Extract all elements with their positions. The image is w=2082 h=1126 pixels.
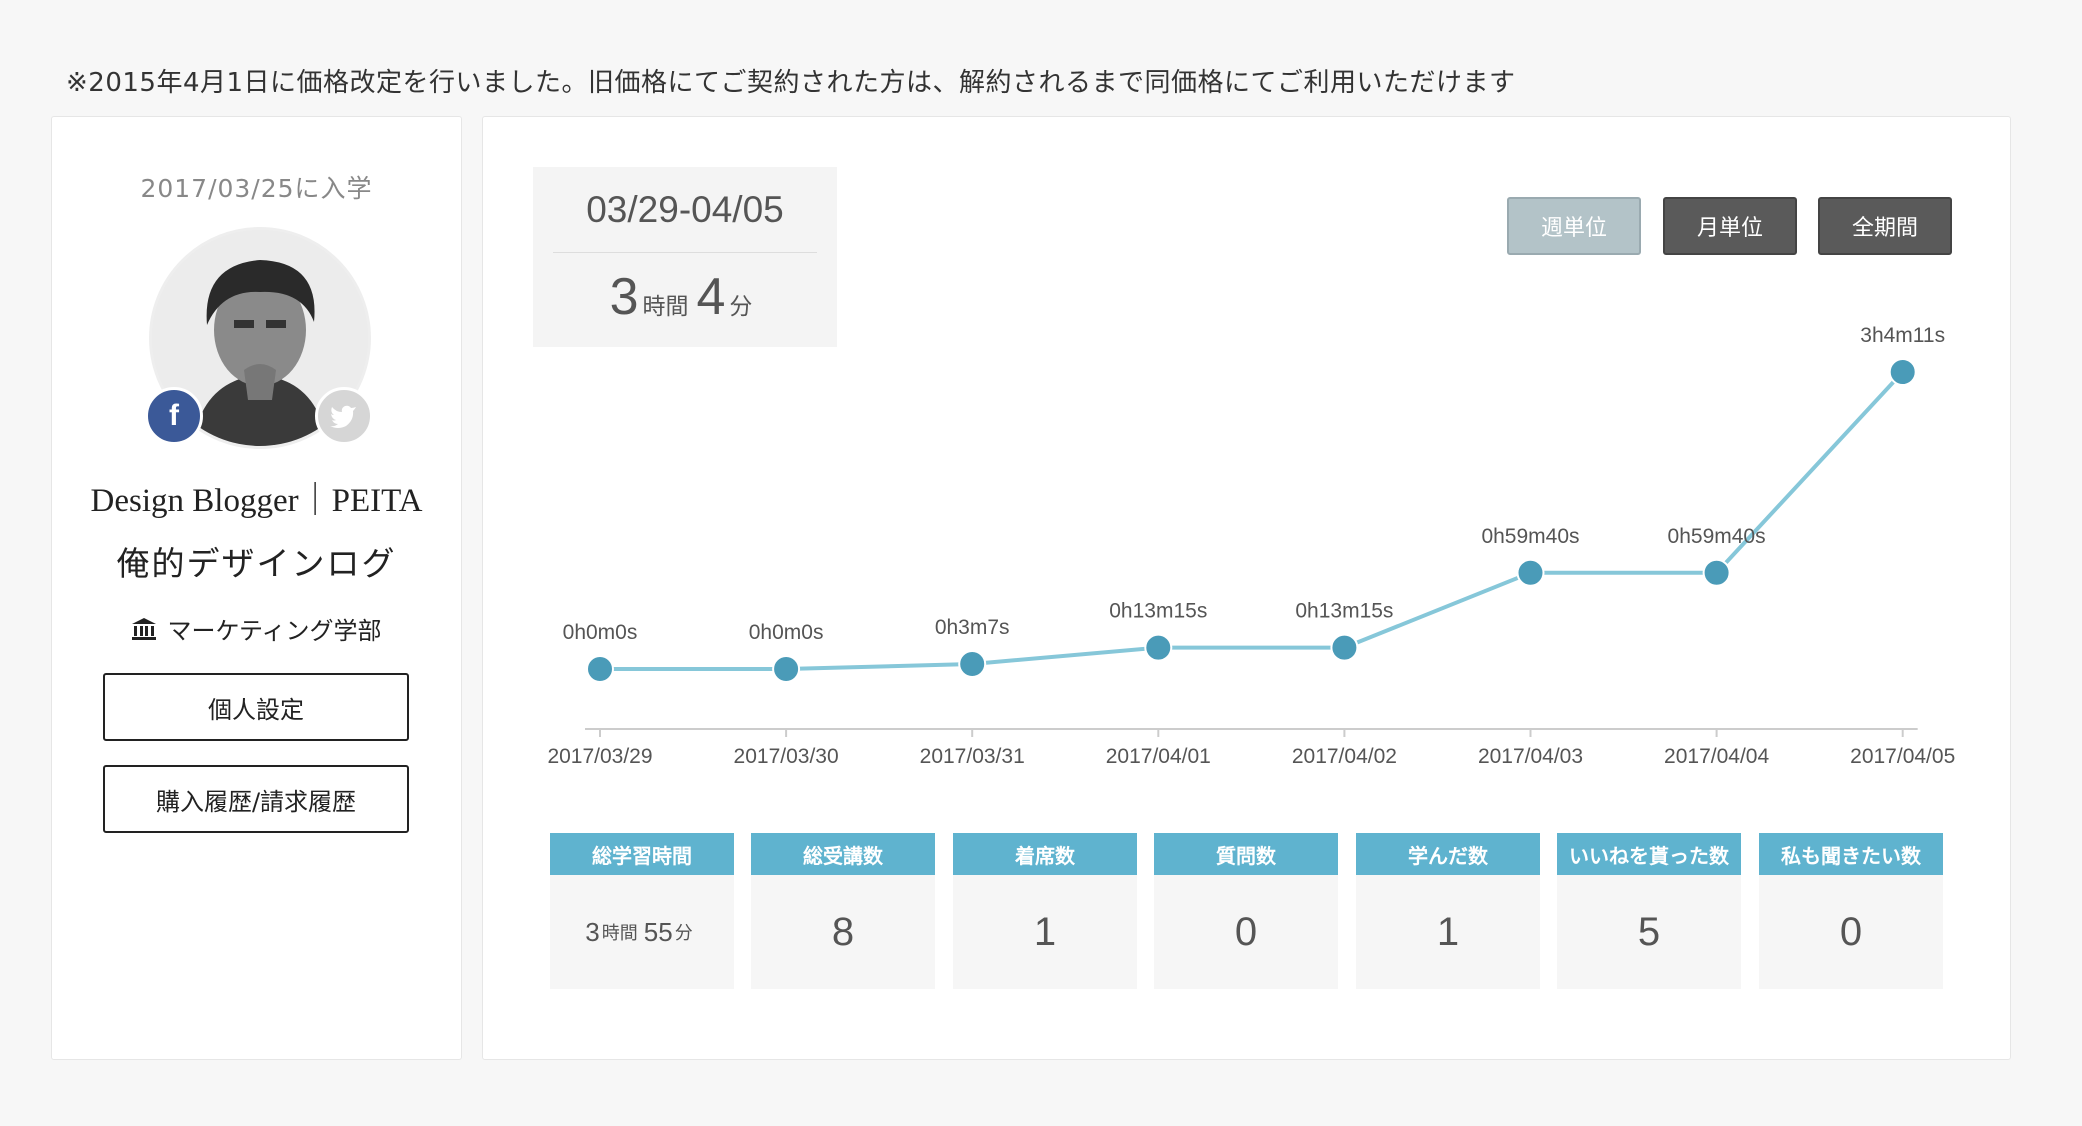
stat-value: 8 [831, 909, 855, 954]
data-label: 0h13m15s [1109, 600, 1207, 623]
data-label: 0h13m15s [1295, 600, 1393, 623]
data-point [1144, 633, 1173, 662]
purchase-history-button[interactable]: 購入履歴/請求履歴 [103, 765, 409, 833]
stat-label: 学んだ数 [1356, 833, 1540, 875]
study-time-line-chart: 2017/03/29 2017/03/30 2017/03/31 2017/04/01… [547, 324, 1955, 768]
price-notice: ※2015年4月1日に価格改定を行いました。旧価格にてご契約された方は、解約され… [66, 68, 1516, 98]
twitter-bird-icon [330, 405, 356, 428]
facebook-icon[interactable]: f [145, 387, 203, 445]
stat-label: 総学習時間 [550, 833, 734, 875]
stat-value: 5 [1637, 909, 1661, 954]
stat-learned: 学んだ数 1 [1356, 833, 1540, 989]
stat-hours: 3 [585, 916, 600, 947]
stat-value: 1 [1033, 909, 1057, 954]
stat-minutes: 55 [643, 916, 673, 947]
x-tick-label: 2017/03/30 [734, 745, 839, 768]
data-label: 0h59m40s [1668, 525, 1766, 548]
x-tick-label: 2017/04/05 [1850, 745, 1955, 768]
study-stats-card: 03/29-04/05 3 時間 4 分 週単位 月単位 全期間 2017/03/29… [482, 116, 2011, 1060]
data-label: 0h0m0s [749, 621, 824, 644]
data-point [772, 655, 801, 683]
profile-name: Design Blogger｜PEITA [90, 483, 423, 519]
x-tick-label: 2017/04/01 [1106, 745, 1211, 768]
data-point [1516, 558, 1545, 587]
settings-button[interactable]: 個人設定 [103, 673, 409, 741]
building-icon [132, 617, 157, 640]
data-point [958, 649, 987, 678]
data-label: 0h0m0s [563, 621, 638, 644]
twitter-icon[interactable] [315, 387, 373, 445]
stat-hours-unit: 時間 [601, 923, 638, 943]
stat-label: 私も聞きたい数 [1759, 833, 1943, 875]
stat-questions: 質問数 0 [1154, 833, 1338, 989]
stat-label: いいねを貰った数 [1557, 833, 1741, 875]
stat-total-lectures: 総受講数 8 [751, 833, 935, 989]
faculty: マーケティング学部 [52, 611, 461, 646]
stat-value: 0 [1234, 909, 1258, 954]
enroll-date: 2017/03/25に入学 [140, 174, 373, 203]
faculty-label: マーケティング学部 [167, 617, 382, 645]
stat-label: 総受講数 [751, 833, 935, 875]
stat-value: 1 [1436, 909, 1460, 954]
data-point [1330, 633, 1359, 662]
stat-value: 0 [1839, 909, 1863, 954]
data-point [1888, 358, 1917, 386]
x-tick-label: 2017/04/02 [1292, 745, 1397, 768]
x-tick-label: 2017/04/04 [1664, 745, 1769, 768]
stat-likes-received: いいねを貰った数 5 [1557, 833, 1741, 989]
data-point [586, 655, 614, 683]
data-label: 0h59m40s [1481, 525, 1579, 548]
profile-card: 2017/03/25に入学 f Design Blogger｜PEITA 俺的デ… [51, 116, 462, 1060]
stat-minutes-unit: 分 [674, 923, 693, 943]
stat-value: 3 時間 55 分 [550, 875, 734, 989]
x-tick-label: 2017/04/03 [1478, 745, 1583, 768]
stat-label: 質問数 [1154, 833, 1338, 875]
stat-me-too: 私も聞きたい数 0 [1759, 833, 1943, 989]
data-point [1702, 558, 1731, 587]
data-label: 0h3m7s [935, 616, 1010, 639]
x-tick-label: 2017/03/29 [547, 745, 652, 768]
stat-total-time: 総学習時間 3 時間 55 分 [550, 833, 734, 989]
stat-attendance: 着席数 1 [953, 833, 1137, 989]
stat-label: 着席数 [953, 833, 1137, 875]
data-label: 3h4m11s [1860, 324, 1945, 347]
blog-name: 俺的デザインログ [116, 544, 397, 583]
x-tick-label: 2017/03/31 [920, 745, 1025, 768]
